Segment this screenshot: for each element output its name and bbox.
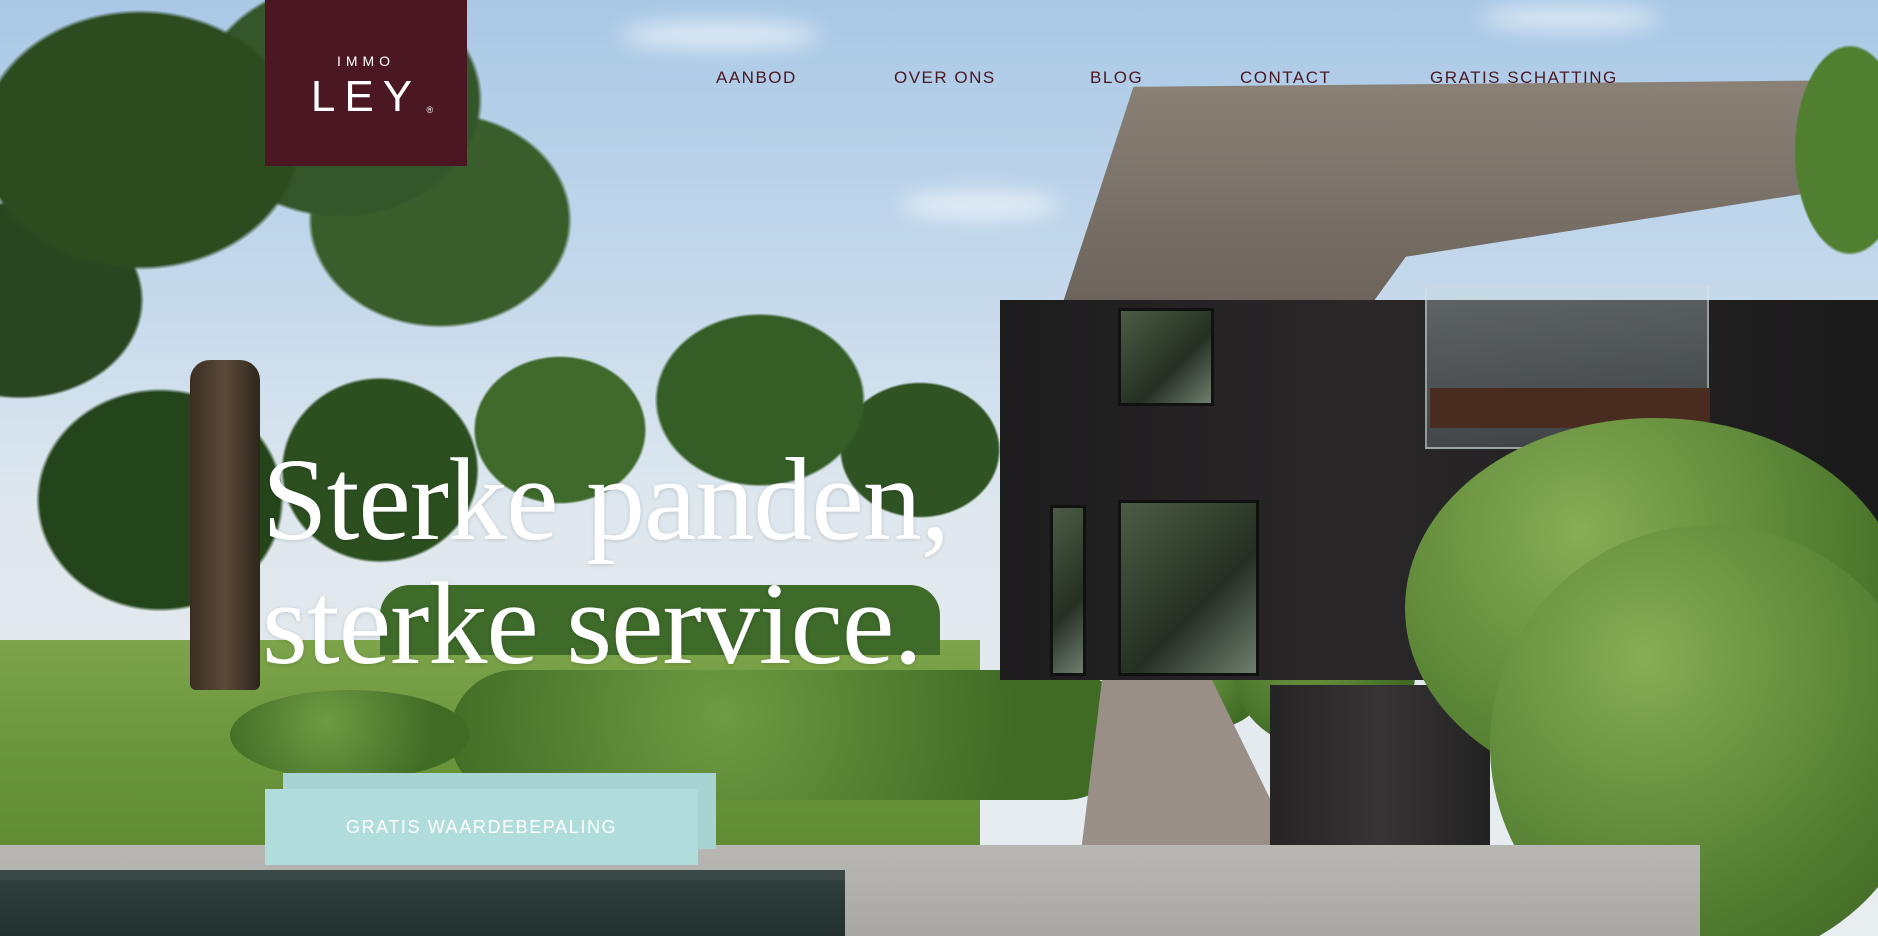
window xyxy=(1118,308,1214,406)
cloud xyxy=(1480,5,1660,31)
nav-over-ons[interactable]: OVER ONS xyxy=(894,68,996,88)
window xyxy=(1050,505,1086,676)
registered-mark: ® xyxy=(426,105,434,115)
cloud xyxy=(900,190,1060,220)
headline-line-2: sterke service. xyxy=(262,558,923,689)
right-tree-branch xyxy=(1760,0,1878,340)
shrub xyxy=(230,690,470,780)
oak-tree-trunk xyxy=(190,360,260,690)
main-navigation: AANBOD OVER ONS BLOG CONTACT GRATIS SCHA… xyxy=(0,68,1878,98)
hero-headline: Sterke panden, sterke service. xyxy=(262,434,950,689)
headline-line-1: Sterke panden, xyxy=(262,434,950,565)
nav-aanbod[interactable]: AANBOD xyxy=(716,68,797,88)
logo-immo-text: IMMO xyxy=(336,53,396,69)
gratis-waardebepaling-button[interactable]: GRATIS WAARDEBEPALING xyxy=(265,789,698,865)
nav-contact[interactable]: CONTACT xyxy=(1240,68,1331,88)
swimming-pool xyxy=(0,870,845,936)
window xyxy=(1118,500,1259,676)
nav-gratis-schatting[interactable]: GRATIS SCHATTING xyxy=(1430,68,1618,88)
nav-blog[interactable]: BLOG xyxy=(1090,68,1143,88)
